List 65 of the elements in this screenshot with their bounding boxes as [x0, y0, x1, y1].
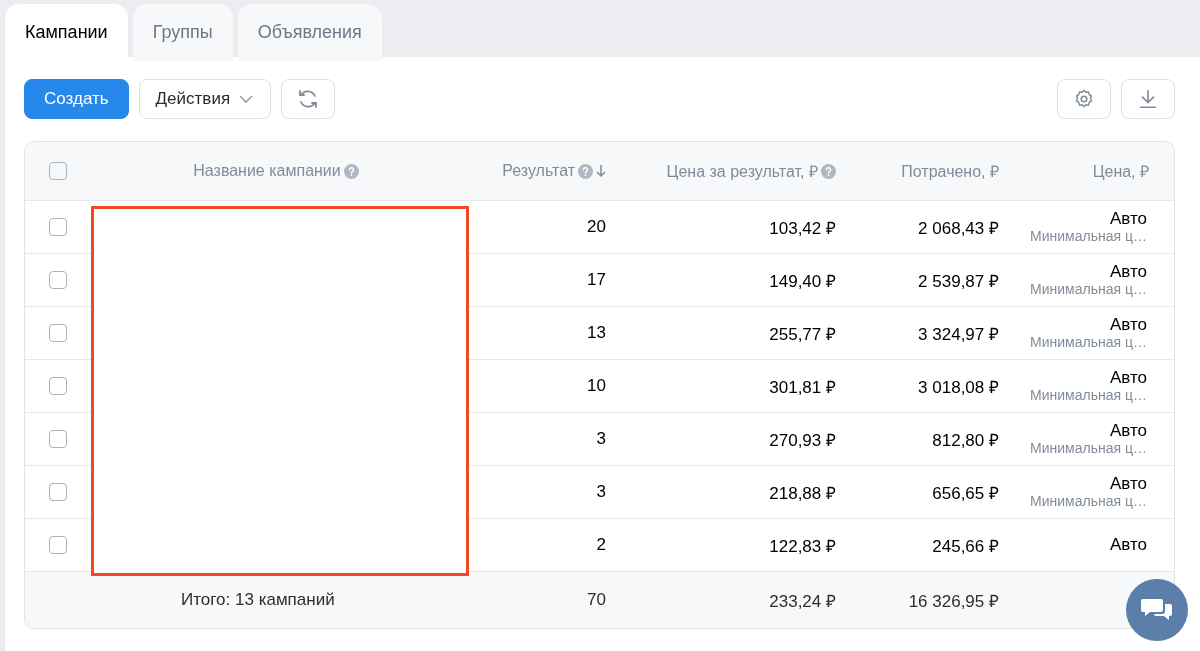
tab[interactable]: Объявления [237, 4, 382, 61]
price-note: Минимальная ц… [1030, 334, 1147, 351]
column-header: Потрачено, ₽ [901, 162, 999, 182]
settings-icon [1073, 88, 1095, 110]
checkbox[interactable] [49, 536, 67, 554]
table-cell-text: 2 539,87 ₽ [918, 270, 999, 292]
checkbox[interactable] [49, 430, 67, 448]
download-icon [1137, 88, 1159, 110]
total-cell-text: 16 326,95 ₽ [908, 590, 999, 612]
column-header: Результат [502, 162, 575, 180]
total-cell: 70 [587, 590, 606, 610]
help-icon[interactable] [578, 163, 593, 179]
price-note: Минимальная ц… [1030, 493, 1147, 510]
table-cell-text: 812,80 ₽ [932, 429, 999, 451]
table-cell: Авто [1109, 368, 1147, 388]
table-cell-text: 218,88 ₽ [769, 482, 836, 504]
checkbox[interactable] [49, 218, 67, 236]
download-button[interactable] [1121, 79, 1175, 119]
settings-button[interactable] [1057, 79, 1111, 119]
table-cell: 3 [596, 429, 606, 449]
checkbox[interactable] [49, 483, 67, 501]
table-cell-text: 255,77 ₽ [769, 323, 836, 345]
refresh-button[interactable] [281, 79, 336, 119]
table-cell: Авто [1109, 315, 1147, 335]
checkbox[interactable] [49, 162, 67, 180]
column-header: Название кампании [193, 162, 341, 180]
table-cell: 10 [587, 376, 606, 396]
column-header: Цена, ₽ [1092, 162, 1149, 182]
price-note: Минимальная ц… [1030, 387, 1147, 404]
table-cell-text: 122,83 ₽ [769, 535, 836, 557]
table-cell: 20 [587, 217, 606, 237]
total-cell-text: 233,24 ₽ [769, 590, 836, 612]
checkbox[interactable] [49, 324, 67, 342]
checkbox[interactable] [49, 377, 67, 395]
column-header: Цена за результат, ₽ [666, 162, 818, 182]
table-cell-text: 3 018,08 ₽ [918, 376, 999, 398]
table-cell: Авто [1109, 209, 1147, 229]
help-icon[interactable] [821, 163, 836, 179]
create-button[interactable]: Создать [24, 79, 129, 119]
table-cell-text: 270,93 ₽ [769, 429, 836, 451]
price-note: Минимальная ц… [1030, 281, 1147, 298]
table-cell-text: 2 068,43 ₽ [918, 217, 999, 239]
table-cell: 17 [587, 270, 606, 290]
table-cell: Авто [1109, 262, 1147, 282]
price-note: Минимальная ц… [1030, 228, 1147, 245]
table-cell: 2 [596, 535, 606, 555]
table-cell: 3 [596, 482, 606, 502]
table-cell-text: 301,81 ₽ [769, 376, 836, 398]
actions-dropdown[interactable]: Действия [138, 79, 272, 119]
help-icon[interactable] [343, 163, 359, 179]
table-cell: 13 [587, 323, 606, 343]
table-cell-text: 149,40 ₽ [769, 270, 836, 292]
table-cell-text: 245,66 ₽ [932, 535, 999, 557]
table-cell: Авто [1109, 535, 1147, 555]
checkbox[interactable] [49, 271, 67, 289]
sort-arrow-icon[interactable] [596, 164, 606, 178]
table-cell: Авто [1109, 474, 1147, 494]
tab[interactable]: Группы [132, 4, 233, 61]
table-cell-text: 3 324,97 ₽ [918, 323, 999, 345]
total-label: Итого: 13 кампаний [180, 590, 335, 609]
table-cell-text: 103,42 ₽ [769, 217, 836, 239]
chevron-down-icon [238, 94, 255, 104]
table-cell-text: 656,65 ₽ [932, 482, 999, 504]
table-cell: Авто [1109, 421, 1147, 441]
price-note: Минимальная ц… [1030, 440, 1147, 457]
